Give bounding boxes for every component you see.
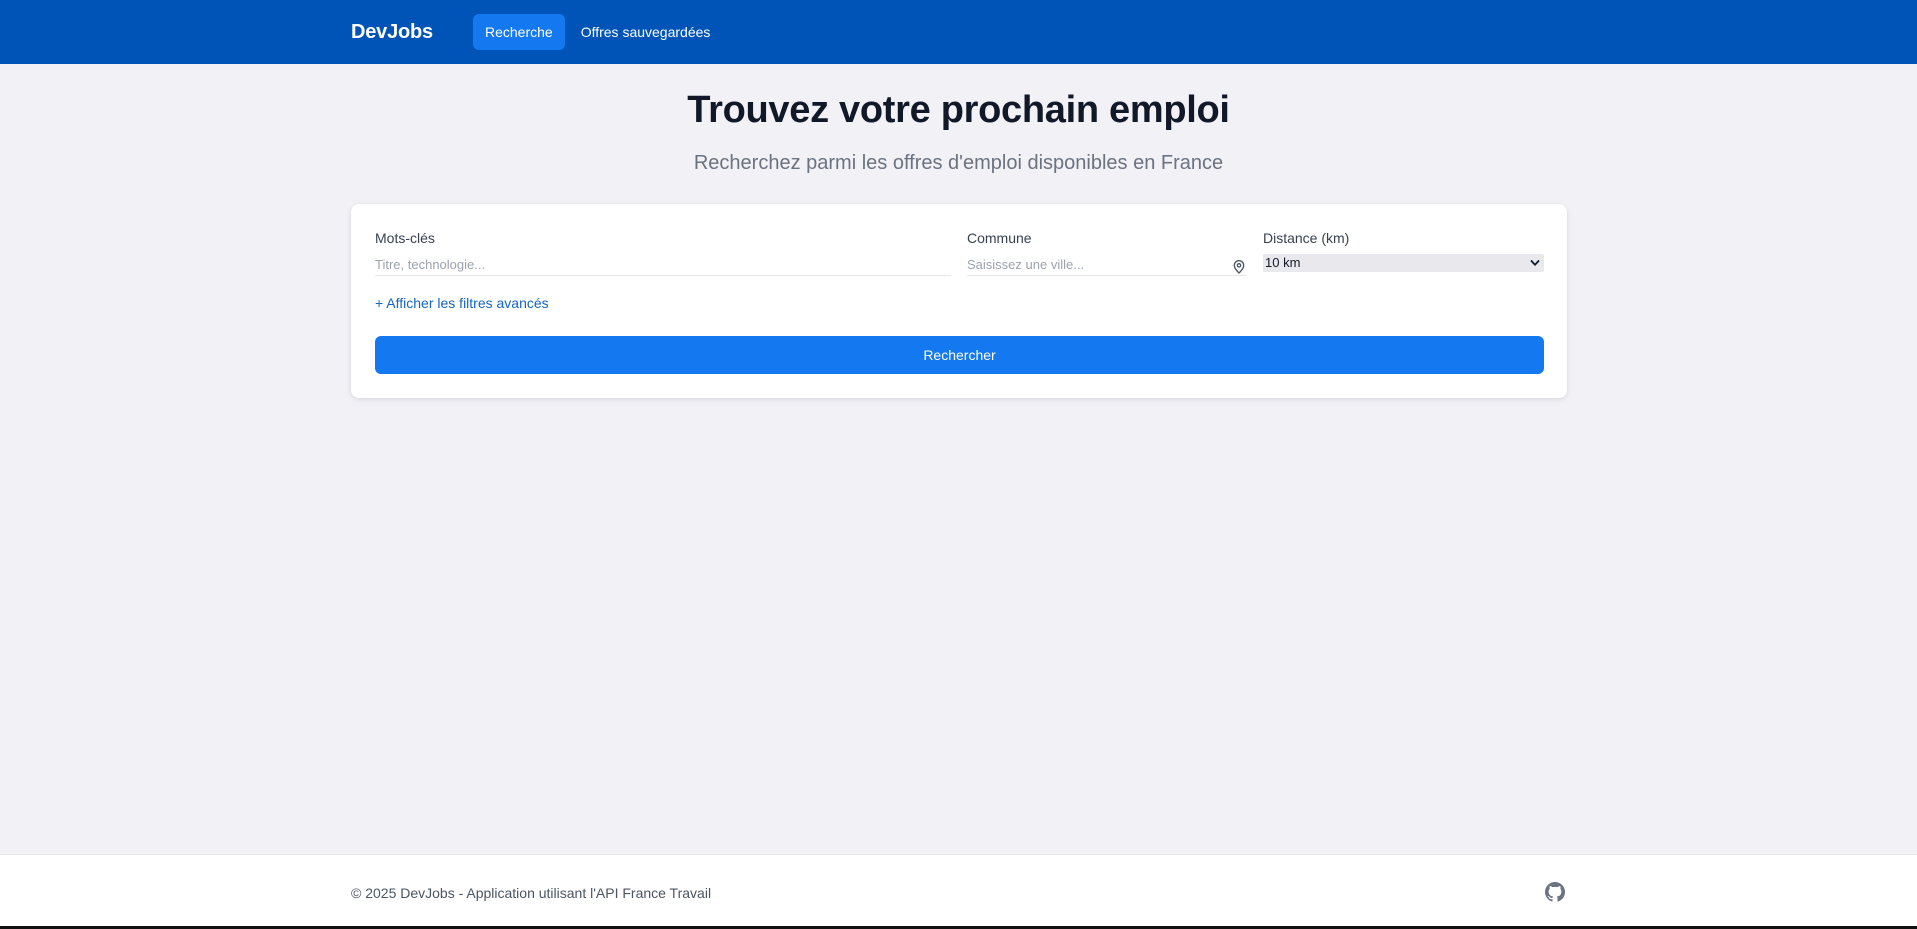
- advanced-filters-toggle[interactable]: + Afficher les filtres avancés: [375, 294, 549, 312]
- brand-logo[interactable]: DevJobs: [351, 21, 433, 44]
- page-title: Trouvez votre prochain emploi: [687, 89, 1230, 131]
- distance-label: Distance (km): [1263, 230, 1350, 246]
- commune-label: Commune: [967, 230, 1032, 246]
- chevron-down-icon: [1530, 260, 1540, 266]
- navbar-inner: DevJobs Recherche Offres sauvegardées: [351, 0, 726, 64]
- search-button[interactable]: Rechercher: [375, 336, 1544, 374]
- distance-field: Distance (km) 10 km: [1263, 230, 1544, 272]
- page-subtitle: Recherchez parmi les offres d'emploi dis…: [693, 152, 1224, 174]
- top-navbar: DevJobs Recherche Offres sauvegardées: [0, 0, 1917, 64]
- footer: © 2025 DevJobs - Application utilisant l…: [0, 854, 1917, 926]
- github-icon[interactable]: [1545, 882, 1565, 902]
- keywords-input[interactable]: [375, 254, 951, 276]
- nav-link-saved-offers[interactable]: Offres sauvegardées: [569, 14, 723, 50]
- distance-selected-value: 10 km: [1265, 255, 1301, 270]
- keywords-field: Mots-clés: [375, 230, 951, 276]
- nav-link-recherche[interactable]: Recherche: [472, 14, 565, 50]
- hero-section: Trouvez votre prochain emploi Recherchez…: [0, 86, 1917, 176]
- commune-field: Commune: [967, 230, 1247, 276]
- keywords-label: Mots-clés: [375, 230, 435, 246]
- location-pin-icon[interactable]: [1231, 259, 1247, 275]
- commune-input[interactable]: [967, 254, 1247, 276]
- distance-select[interactable]: 10 km: [1263, 254, 1544, 272]
- search-card: Mots-clés Commune Distance (km) 10 km + …: [351, 204, 1567, 398]
- footer-copyright: © 2025 DevJobs - Application utilisant l…: [351, 885, 712, 901]
